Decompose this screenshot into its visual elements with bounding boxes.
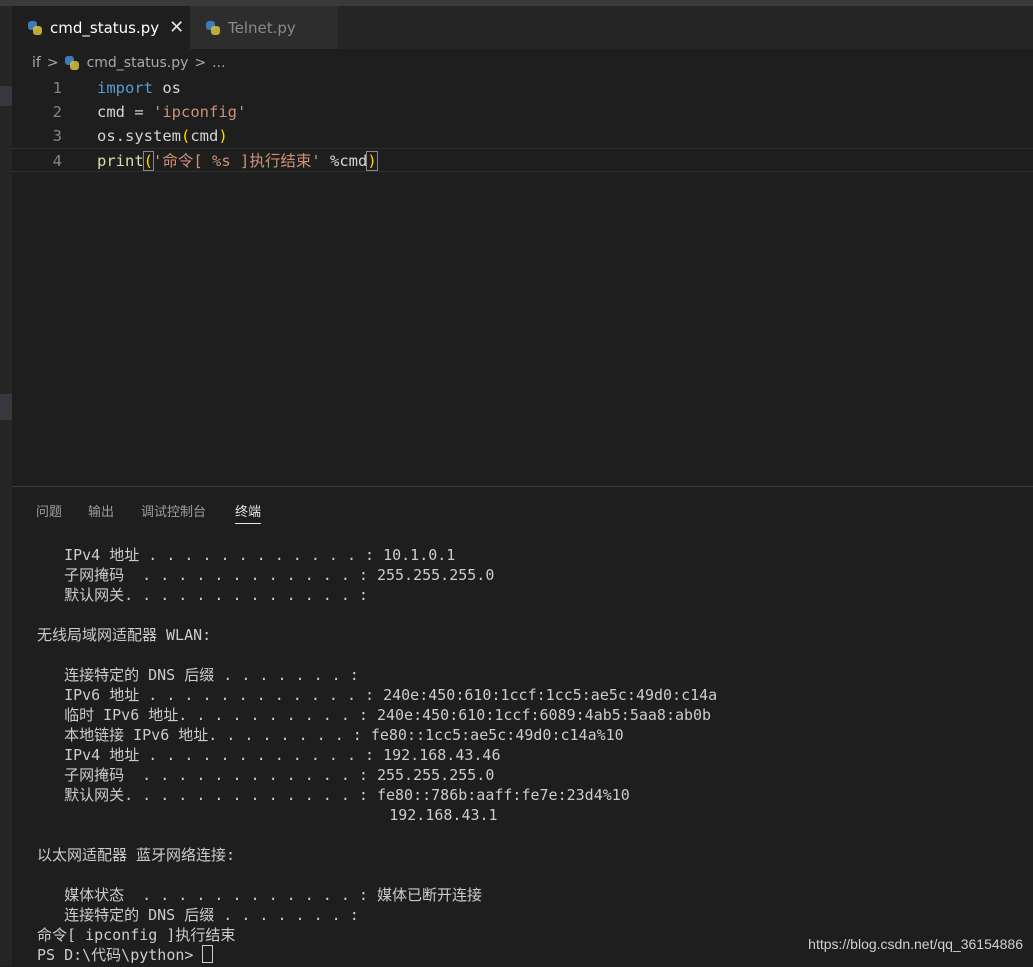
terminal-cursor: [202, 945, 214, 963]
code-text: cmd = 'ipconfig': [97, 100, 246, 124]
terminal-output[interactable]: IPv4 地址 . . . . . . . . . . . . : 10.1.0…: [37, 545, 717, 965]
bottom-panel: 问题 输出 调试控制台 终端 IPv4 地址 . . . . . . . . .…: [12, 486, 1033, 967]
code-token: os: [153, 79, 181, 97]
terminal-line: IPv4 地址 . . . . . . . . . . . . : 192.16…: [37, 746, 501, 764]
line-number: 3: [52, 127, 62, 145]
breadcrumb-more[interactable]: ...: [212, 55, 225, 71]
terminal-line: 子网掩码 . . . . . . . . . . . . : 255.255.2…: [37, 766, 495, 784]
chevron-right-icon: >: [46, 55, 59, 71]
activity-bar-marker: [0, 394, 12, 420]
terminal-line: 本地链接 IPv6 地址. . . . . . . . : fe80::1cc5…: [37, 726, 624, 744]
code-token: os.system: [97, 127, 181, 145]
watermark-text: https://blog.csdn.net/qq_36154886: [808, 936, 1023, 952]
terminal-prompt[interactable]: PS D:\代码\python>: [37, 945, 717, 965]
python-file-icon: [28, 20, 42, 35]
code-text: print('命令[ %s ]执行结束' %cmd): [97, 149, 378, 173]
terminal-line: 以太网适配器 蓝牙网络连接:: [37, 846, 236, 864]
tab-terminal[interactable]: 终端: [235, 501, 262, 524]
code-text: import os: [97, 76, 181, 100]
code-line[interactable]: 2 cmd = 'ipconfig': [12, 100, 1033, 124]
breadcrumb-folder[interactable]: if: [32, 55, 41, 71]
terminal-line: 临时 IPv6 地址. . . . . . . . . . : 240e:450…: [37, 706, 712, 724]
breadcrumb-file[interactable]: cmd_status.py: [87, 55, 189, 71]
code-token: ): [366, 151, 378, 171]
chevron-right-icon: >: [194, 55, 207, 71]
code-line[interactable]: 3 os.system(cmd): [12, 124, 1033, 148]
code-token: cmd: [190, 127, 219, 145]
code-editor[interactable]: 1 import os 2 cmd = 'ipconfig' 3 os.system(cm…: [12, 76, 1033, 486]
terminal-line: 192.168.43.1: [37, 806, 498, 824]
code-token: cmd =: [97, 103, 153, 121]
code-token: print: [97, 152, 144, 170]
terminal-line: 连接特定的 DNS 后缀 . . . . . . . :: [37, 906, 359, 924]
code-token: 'ipconfig': [153, 103, 247, 121]
terminal-line: IPv4 地址 . . . . . . . . . . . . : 10.1.0…: [37, 546, 456, 564]
code-token: '命令[ %s ]执行结束': [153, 152, 321, 170]
line-number: 4: [52, 152, 62, 170]
tab-label: Telnet.py: [228, 18, 296, 37]
tab-output[interactable]: 输出: [88, 501, 114, 520]
code-line[interactable]: 4 print('命令[ %s ]执行结束' %cmd): [12, 148, 1033, 172]
activity-bar: [0, 6, 12, 966]
code-line[interactable]: 1 import os: [12, 76, 1033, 100]
terminal-line: 连接特定的 DNS 后缀 . . . . . . . :: [37, 666, 359, 684]
code-text: os.system(cmd): [97, 124, 228, 148]
tab-debug-console[interactable]: 调试控制台: [141, 501, 206, 520]
code-token: %cmd: [320, 152, 368, 170]
panel-tab-bar: 问题 输出 调试控制台 终端: [12, 487, 1033, 527]
active-tab-underline: [235, 523, 262, 524]
code-token: import: [97, 79, 153, 97]
tab-telnet[interactable]: Telnet.py: [190, 6, 338, 49]
editor-tab-bar: cmd_status.py ✕ Telnet.py: [12, 6, 1033, 49]
python-file-icon: [64, 56, 79, 70]
terminal-line: 默认网关. . . . . . . . . . . . . : fe80::78…: [37, 786, 630, 804]
python-file-icon: [206, 20, 220, 35]
close-icon[interactable]: ✕: [169, 17, 184, 38]
activity-bar-marker: [0, 86, 12, 106]
terminal-line: 子网掩码 . . . . . . . . . . . . : 255.255.2…: [37, 566, 495, 584]
terminal-line: IPv6 地址 . . . . . . . . . . . . : 240e:4…: [37, 686, 718, 704]
tab-label: cmd_status.py: [50, 18, 160, 37]
terminal-line: 命令[ ipconfig ]执行结束: [37, 926, 236, 944]
breadcrumb: if > cmd_status.py > ...: [12, 50, 1033, 76]
line-number: 2: [52, 103, 62, 121]
tab-cmd-status[interactable]: cmd_status.py ✕: [12, 6, 190, 49]
code-token: ): [218, 127, 228, 145]
code-token: (: [181, 127, 191, 145]
terminal-line: 无线局域网适配器 WLAN:: [37, 626, 212, 644]
line-number: 1: [52, 79, 62, 97]
terminal-line: 默认网关. . . . . . . . . . . . . :: [37, 586, 368, 604]
code-token: (: [142, 151, 155, 171]
tab-problems[interactable]: 问题: [36, 501, 62, 520]
terminal-line: 媒体状态 . . . . . . . . . . . . : 媒体已断开连接: [37, 886, 482, 904]
